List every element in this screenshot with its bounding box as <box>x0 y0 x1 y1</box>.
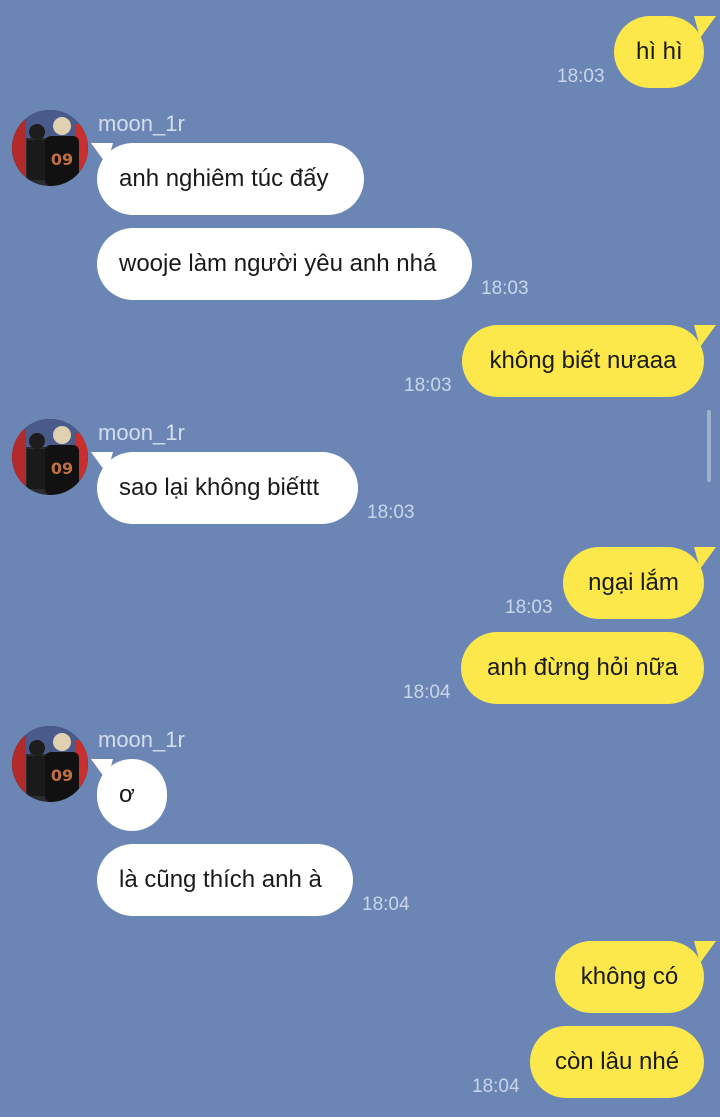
message-time: 18:03 <box>404 375 452 396</box>
message-time: 18:03 <box>367 502 415 523</box>
message-bubble-incoming[interactable]: sao lại không biếttt <box>97 452 358 524</box>
message-time: 18:04 <box>472 1076 520 1097</box>
bubble-tail <box>694 16 716 38</box>
bubble-tail <box>91 452 113 474</box>
message-time: 18:03 <box>481 278 529 299</box>
message-bubble-outgoing[interactable]: hì hì <box>614 16 704 88</box>
message-bubble-outgoing[interactable]: ngại lắm <box>563 547 704 619</box>
message-time: 18:04 <box>362 894 410 915</box>
message-bubble-incoming[interactable]: là cũng thích anh à <box>97 844 353 916</box>
sender-name: moon_1r <box>98 727 185 752</box>
bubble-tail <box>694 547 716 569</box>
contact-avatar[interactable] <box>12 110 88 186</box>
message-time: 18:03 <box>505 597 553 618</box>
message-bubble-incoming[interactable]: anh nghiêm túc đấy <box>97 143 364 215</box>
message-bubble-outgoing[interactable]: không biết nưaaa <box>462 325 704 397</box>
sender-name: moon_1r <box>98 111 185 136</box>
bubble-tail <box>694 941 716 963</box>
message-time: 18:04 <box>403 682 451 703</box>
message-bubble-outgoing[interactable]: anh đừng hỏi nữa <box>461 632 704 704</box>
bubble-tail <box>694 325 716 347</box>
message-time: 18:03 <box>557 66 605 87</box>
sender-name: moon_1r <box>98 420 185 445</box>
scrollbar[interactable] <box>707 410 711 482</box>
contact-avatar[interactable] <box>12 726 88 802</box>
message-bubble-outgoing[interactable]: không có <box>555 941 704 1013</box>
bubble-tail <box>91 143 113 165</box>
message-bubble-incoming[interactable]: wooje làm người yêu anh nhá <box>97 228 472 300</box>
bubble-tail <box>91 759 113 781</box>
message-bubble-outgoing[interactable]: còn lâu nhé <box>530 1026 704 1098</box>
contact-avatar[interactable] <box>12 419 88 495</box>
